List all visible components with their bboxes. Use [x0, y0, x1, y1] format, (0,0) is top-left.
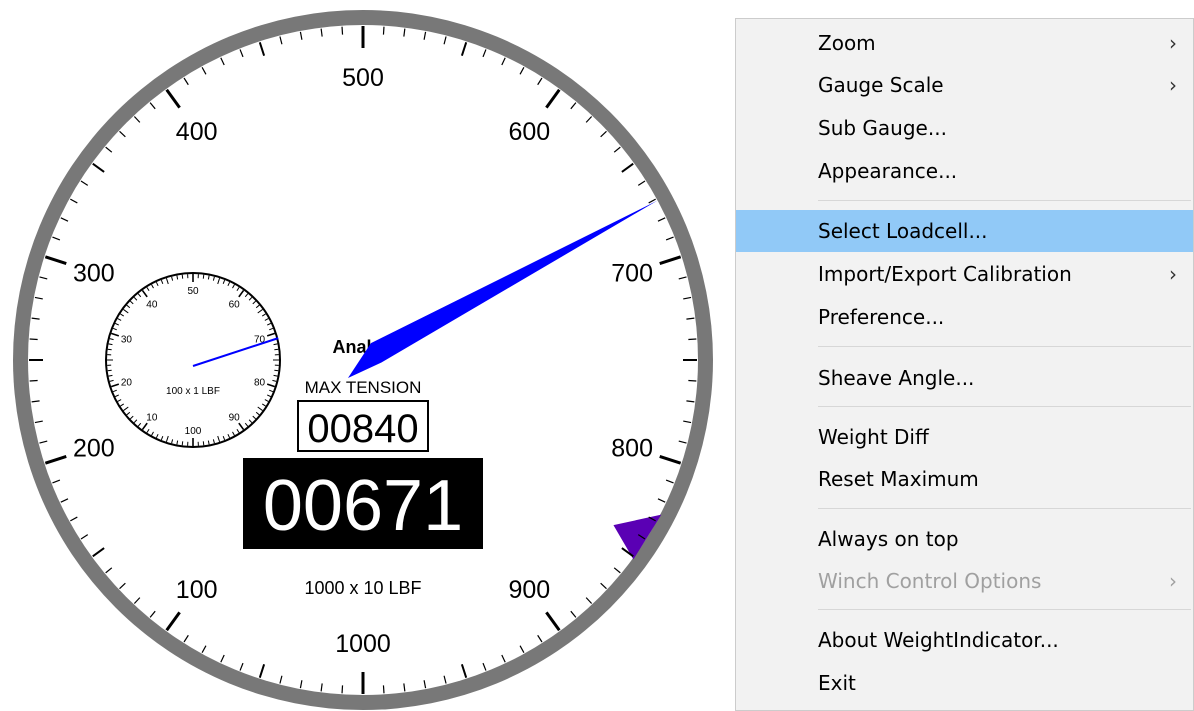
menu-item-appearance[interactable]: Appearance... — [736, 150, 1193, 192]
sub-scale-label: 30 — [121, 334, 133, 345]
context-menu: Zoom › Gauge Scale › Sub Gauge... Appearance.… — [735, 18, 1194, 711]
max-tension-value: 00840 — [307, 407, 418, 451]
main-scale-label: 900 — [508, 576, 550, 604]
menu-item-weight-diff[interactable]: Weight Diff — [736, 416, 1193, 458]
menu-item-about-weightindicator[interactable]: About WeightIndicator... — [736, 619, 1193, 661]
sub-scale-tick — [274, 369, 279, 372]
main-scale-label: 500 — [342, 64, 384, 92]
main-scale-tick — [29, 338, 38, 341]
menu-item-zoom[interactable]: Zoom › — [736, 22, 1193, 64]
main-scale-label: 300 — [73, 260, 115, 288]
sub-scale-label: 100 — [185, 426, 202, 437]
sub-scale-label: 60 — [229, 299, 241, 310]
current-value: 00671 — [263, 466, 463, 546]
sub-gauge: 102030405060708090100 100 x 1 LBF — [105, 272, 281, 448]
menu-item-preference[interactable]: Preference... — [736, 296, 1193, 338]
main-scale-tick — [341, 685, 344, 694]
main-scale-tick — [341, 26, 344, 35]
menu-item-sub-gauge[interactable]: Sub Gauge... — [736, 107, 1193, 149]
main-scale-label: 800 — [611, 434, 653, 462]
menu-separator — [818, 406, 1191, 407]
menu-item-label: Sheave Angle... — [818, 366, 975, 390]
menu-separator — [818, 346, 1191, 347]
sub-scale-tick — [181, 441, 184, 446]
menu-item-label: Preference... — [818, 305, 945, 329]
menu-item-label: Reset Maximum — [818, 467, 979, 491]
main-scale-label: 400 — [176, 118, 218, 146]
sub-scale-label: 10 — [146, 413, 158, 424]
chevron-right-icon: › — [1169, 73, 1177, 97]
menu-separator — [818, 508, 1191, 509]
main-scale-label: 1000 — [335, 630, 391, 658]
sub-scale-tick — [202, 274, 205, 279]
sub-scale-tick — [107, 348, 112, 351]
menu-item-exit[interactable]: Exit — [736, 662, 1193, 704]
menu-item-always-on-top[interactable]: Always on top — [736, 518, 1193, 560]
main-scale-label: 100 — [176, 576, 218, 604]
menu-item-winch-control-options[interactable]: Winch Control Options › — [736, 560, 1193, 602]
sub-scale-tick — [107, 369, 112, 372]
menu-item-label: Select Loadcell... — [818, 219, 988, 243]
main-scale-label: 200 — [73, 434, 115, 462]
sub-scale-tick — [274, 348, 279, 351]
menu-separator — [818, 609, 1191, 610]
menu-item-label: About WeightIndicator... — [818, 628, 1059, 652]
menu-item-label: Winch Control Options — [818, 569, 1042, 593]
sub-scale-tick — [202, 441, 205, 446]
main-scale-tick — [688, 338, 697, 341]
sub-gauge-face — [105, 272, 281, 448]
max-tension-label: MAX TENSION — [305, 378, 422, 397]
menu-item-gauge-scale[interactable]: Gauge Scale › — [736, 64, 1193, 106]
analog-gauge: 100 200 300 400 500 600 700 800 900 1000 10 20 30 40… — [13, 10, 713, 710]
sub-scale-label: 50 — [187, 286, 199, 297]
chevron-right-icon: › — [1169, 31, 1177, 55]
sub-gauge-unit: 100 x 1 LBF — [166, 386, 220, 397]
sub-scale-label: 20 — [121, 378, 133, 389]
menu-item-label: Sub Gauge... — [818, 116, 947, 140]
main-scale-label: 600 — [508, 118, 550, 146]
menu-item-label: Zoom — [818, 31, 876, 55]
main-scale-label: 700 — [611, 260, 653, 288]
chevron-right-icon: › — [1169, 569, 1177, 593]
sub-scale-tick — [181, 274, 184, 279]
menu-item-import-export-calibration[interactable]: Import/Export Calibration › — [736, 253, 1193, 295]
menu-item-sheave-angle[interactable]: Sheave Angle... — [736, 357, 1193, 399]
main-scale-tick — [688, 379, 697, 382]
main-scale-tick — [382, 26, 385, 35]
menu-item-reset-maximum[interactable]: Reset Maximum — [736, 458, 1193, 500]
main-scale-tick — [29, 379, 38, 382]
menu-separator — [818, 200, 1191, 201]
menu-item-label: Weight Diff — [818, 425, 929, 449]
menu-item-select-loadcell[interactable]: Select Loadcell... — [736, 210, 1193, 252]
sub-scale-label: 90 — [229, 413, 241, 424]
menu-item-label: Import/Export Calibration — [818, 262, 1072, 286]
sub-scale-label: 40 — [146, 299, 158, 310]
sub-scale-label: 80 — [254, 378, 266, 389]
main-scale-tick — [382, 685, 385, 694]
chevron-right-icon: › — [1169, 262, 1177, 286]
menu-item-label: Always on top — [818, 527, 959, 551]
menu-item-label: Exit — [818, 671, 856, 695]
main-scale-unit: 1000 x 10 LBF — [304, 578, 421, 598]
menu-item-label: Gauge Scale — [818, 73, 944, 97]
menu-item-label: Appearance... — [818, 159, 958, 183]
